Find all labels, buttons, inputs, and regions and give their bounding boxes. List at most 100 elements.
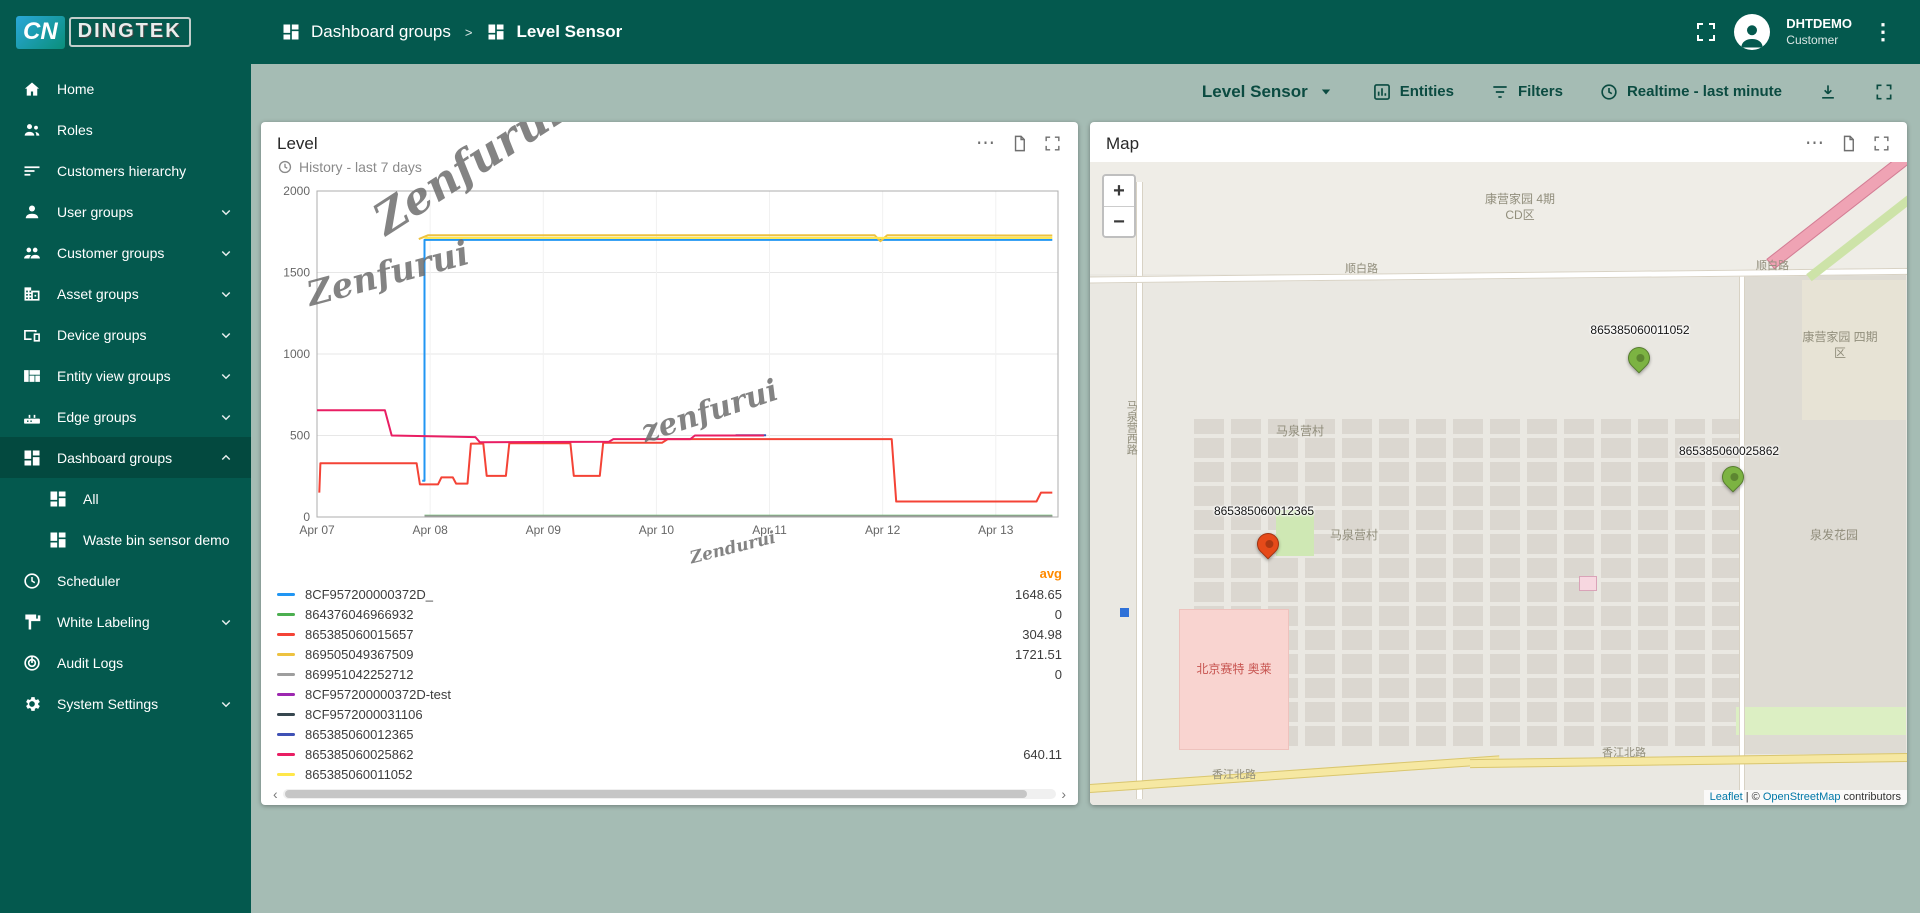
expand-widget-icon[interactable] xyxy=(1872,134,1891,153)
legend-series-name: 864376046966932 xyxy=(305,606,414,622)
map-blue-dot xyxy=(1120,608,1129,617)
level-widget-header: Level ⋯ xyxy=(277,134,1062,154)
legend-series-name: 865385060025862 xyxy=(305,746,414,762)
map-attribution: Leaflet | © OpenStreetMap contributors xyxy=(1703,790,1907,805)
map-marker-green[interactable] xyxy=(1623,342,1655,374)
chevron-down-icon xyxy=(217,367,235,385)
target-icon xyxy=(22,653,42,673)
sidebar-item-device-groups[interactable]: Device groups xyxy=(0,314,251,355)
legend-row[interactable]: 865385060012365 xyxy=(277,724,1062,744)
widget-timewindow[interactable]: History - last 7 days xyxy=(277,159,1062,175)
map-canvas[interactable]: 康营家园 4期CD区 顺白路 顺白路 康营家园 四期区 马泉营村 马泉营村 泉发… xyxy=(1090,162,1907,805)
legend-row[interactable]: 8CF957200000372D-test xyxy=(277,684,1062,704)
sidebar-item-waste-bin-sensor-demo[interactable]: Waste bin sensor demo xyxy=(0,519,251,560)
breadcrumb-level-sensor[interactable]: Level Sensor xyxy=(486,22,622,42)
svg-text:2000: 2000 xyxy=(283,184,310,198)
svg-text:Apr 10: Apr 10 xyxy=(639,523,675,537)
sidebar-item-customer-groups[interactable]: Customer groups xyxy=(0,232,251,273)
legend-row[interactable]: 865385060025862 640.11 xyxy=(277,744,1062,764)
more-horiz-icon[interactable]: ⋯ xyxy=(1805,134,1825,153)
legend-row[interactable]: 864376046966932 0 xyxy=(277,604,1062,624)
sidebar-item-audit-logs[interactable]: Audit Logs xyxy=(0,642,251,683)
legend-swatch-icon xyxy=(277,612,295,616)
sidebar-item-label: Roles xyxy=(57,121,93,138)
dashboard-grid-icon xyxy=(281,22,301,42)
level-chart[interactable]: 0 500 1000 1500 2000 Apr 07 Apr 08 Apr 09 Apr 10… xyxy=(277,183,1062,548)
sidebar-item-system-settings[interactable]: System Settings xyxy=(0,683,251,724)
scrollbar-thumb[interactable] xyxy=(284,789,1028,798)
export-widget-icon[interactable] xyxy=(1010,134,1029,153)
legend-row[interactable]: 869505049367509 1721.51 xyxy=(277,644,1062,664)
sidebar-item-home[interactable]: Home xyxy=(0,68,251,109)
widget-title: Map xyxy=(1106,134,1140,153)
legend-row[interactable]: 8CF957200000372D_ 1648.65 xyxy=(277,584,1062,604)
sidebar-item-white-labeling[interactable]: White Labeling xyxy=(0,601,251,642)
expand-dashboard-button[interactable] xyxy=(1874,82,1894,102)
scroll-right-icon[interactable]: › xyxy=(1059,787,1068,801)
legend-avg-value: 1648.65 xyxy=(1015,586,1062,602)
person-icon xyxy=(22,202,42,222)
osm-link[interactable]: OpenStreetMap xyxy=(1763,791,1841,803)
sidebar-item-label: Dashboard groups xyxy=(57,449,173,466)
more-vert-icon[interactable]: ⋮ xyxy=(1868,19,1898,45)
export-widget-icon[interactable] xyxy=(1839,134,1858,153)
devices-icon xyxy=(22,325,42,345)
legend-row[interactable]: 865385060011052 xyxy=(277,764,1062,784)
entities-button[interactable]: Entities xyxy=(1372,82,1454,102)
dashboard-content: Level ⋯ History - last 7 days 0 500 1000… xyxy=(251,119,1920,913)
chevron-down-icon xyxy=(217,285,235,303)
brand-cn: CN xyxy=(16,15,65,49)
entities-chart-icon xyxy=(1372,82,1392,102)
sidebar-item-label: Customer groups xyxy=(57,244,165,261)
sidebar-item-edge-groups[interactable]: Edge groups xyxy=(0,396,251,437)
chevron-down-icon xyxy=(217,613,235,631)
sidebar-item-all[interactable]: All xyxy=(0,478,251,519)
brand-logo[interactable]: CN DINGTEK xyxy=(0,0,251,64)
sidebar-item-dashboard-groups[interactable]: Dashboard groups xyxy=(0,437,251,478)
sidebar-item-label: White Labeling xyxy=(57,613,150,630)
level-chart-svg[interactable]: 0 500 1000 1500 2000 Apr 07 Apr 08 Apr 09 Apr 10… xyxy=(277,183,1062,543)
legend-avg-header: avg xyxy=(1039,566,1062,581)
leaflet-link[interactable]: Leaflet xyxy=(1710,791,1743,803)
sidebar-item-entity-view-groups[interactable]: Entity view groups xyxy=(0,355,251,396)
filters-button[interactable]: Filters xyxy=(1490,82,1563,102)
sidebar-item-scheduler[interactable]: Scheduler xyxy=(0,560,251,601)
more-horiz-icon[interactable]: ⋯ xyxy=(976,134,996,153)
map-widget-header: Map ⋯ xyxy=(1090,122,1907,162)
export-dashboard-button[interactable] xyxy=(1818,82,1838,102)
zoom-out-button[interactable]: − xyxy=(1104,206,1134,236)
chart-legend: avg 8CF957200000372D_ 1648.65 864376046966… xyxy=(277,566,1062,784)
horizontal-scrollbar: ‹ › xyxy=(271,787,1068,801)
svg-text:1500: 1500 xyxy=(283,266,310,280)
gear-icon xyxy=(22,694,42,714)
scroll-left-icon[interactable]: ‹ xyxy=(271,787,280,801)
breadcrumb-label: Level Sensor xyxy=(516,22,623,41)
user-avatar[interactable] xyxy=(1734,14,1771,50)
svg-text:1000: 1000 xyxy=(283,347,310,361)
legend-swatch-icon xyxy=(277,712,295,716)
timewindow-button[interactable]: Realtime - last minute xyxy=(1599,82,1782,102)
brand-name: DINGTEK xyxy=(68,17,191,47)
dashboard-icon xyxy=(22,448,42,468)
legend-row[interactable]: 869951042252712 0 xyxy=(277,664,1062,684)
legend-series-name: 865385060011052 xyxy=(305,766,413,782)
map-road-label: 马泉营西路 xyxy=(1125,400,1138,455)
user-info[interactable]: DHTDEMO Customer xyxy=(1786,16,1852,47)
expand-widget-icon[interactable] xyxy=(1043,134,1062,153)
sidebar-item-roles[interactable]: Roles xyxy=(0,109,251,150)
fullscreen-icon[interactable] xyxy=(1694,20,1718,44)
sidebar-item-asset-groups[interactable]: Asset groups xyxy=(0,273,251,314)
zoom-in-button[interactable]: + xyxy=(1104,176,1134,206)
sidebar-item-user-groups[interactable]: User groups xyxy=(0,191,251,232)
roles-icon xyxy=(22,120,42,140)
dashboard-state-select[interactable]: Level Sensor xyxy=(1202,82,1336,102)
sidebar-item-customers-hierarchy[interactable]: Customers hierarchy xyxy=(0,150,251,191)
sidebar-item-label: All xyxy=(83,490,99,507)
dashboard-icon xyxy=(48,530,68,550)
breadcrumb-dashboard-groups[interactable]: Dashboard groups xyxy=(281,22,451,42)
legend-row[interactable]: 8CF9572000031106 xyxy=(277,704,1062,724)
scrollbar-track[interactable] xyxy=(282,788,1057,799)
legend-row[interactable]: 865385060015657 304.98 xyxy=(277,624,1062,644)
chevron-down-icon xyxy=(217,203,235,221)
sidebar-item-label: System Settings xyxy=(57,695,159,712)
